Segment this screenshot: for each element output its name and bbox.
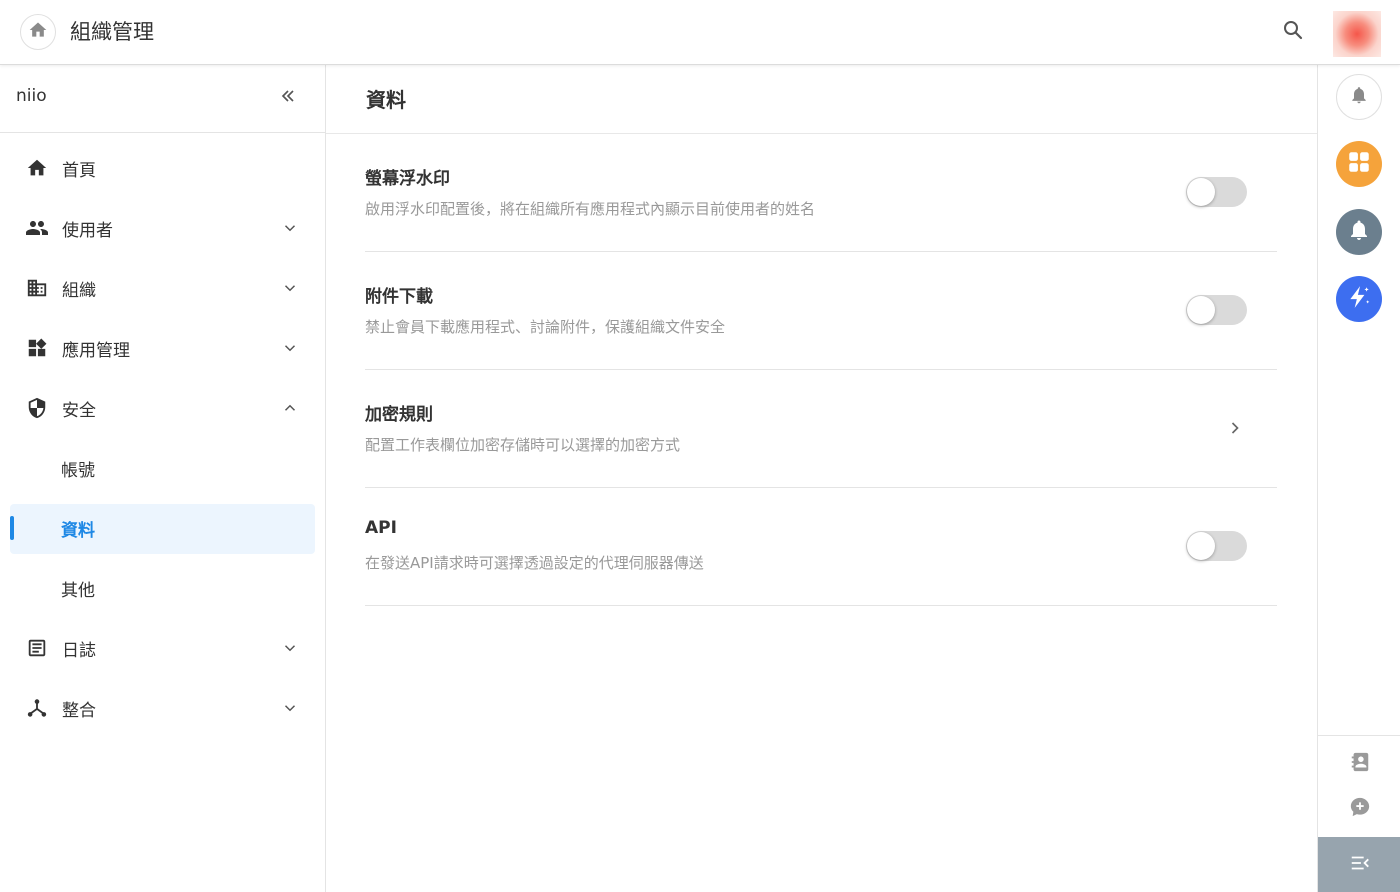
setting-row-attachment-download: 附件下載 禁止會員下載應用程式、討論附件，保護組織文件安全 — [365, 252, 1277, 370]
org-header: niio — [0, 65, 325, 133]
top-header: 組織管理 — [0, 0, 1400, 65]
menu-collapse-icon — [1349, 852, 1371, 878]
sidebar-item-home[interactable]: 首頁 — [0, 138, 325, 198]
sidebar-item-label: 日誌 — [62, 640, 96, 661]
sidebar-subitem-label: 帳號 — [61, 460, 95, 481]
sidebar-subitem-label: 資料 — [61, 520, 95, 541]
toggle-knob — [1187, 532, 1215, 560]
setting-description: 啟用浮水印配置後，將在組織所有應用程式內顯示目前使用者的姓名 — [365, 200, 816, 218]
collapse-rail-button[interactable] — [1318, 837, 1400, 892]
sidebar-item-users[interactable]: 使用者 — [0, 198, 325, 258]
sidebar-item-integration[interactable]: 整合 — [0, 678, 325, 738]
collapse-sidebar-button[interactable] — [276, 86, 300, 110]
org-name: niio — [16, 86, 47, 106]
sidebar-item-label: 使用者 — [62, 220, 113, 241]
notifications-button[interactable] — [1336, 74, 1382, 120]
sidebar-item-app-management[interactable]: 應用管理 — [0, 318, 325, 378]
article-icon — [25, 636, 49, 660]
page-title: 資料 — [366, 88, 406, 112]
setting-title: API — [365, 518, 397, 538]
setting-row-watermark: 螢幕浮水印 啟用浮水印配置後，將在組織所有應用程式內顯示目前使用者的姓名 — [365, 134, 1277, 252]
chevron-up-icon — [278, 396, 302, 420]
active-indicator — [10, 516, 14, 540]
sidebar-item-label: 組織 — [62, 280, 96, 301]
app-title: 組織管理 — [70, 20, 154, 44]
search-button[interactable] — [1278, 17, 1308, 47]
home-icon — [28, 20, 48, 44]
home-button[interactable] — [20, 14, 56, 50]
toggle-knob — [1187, 296, 1215, 324]
bell-icon — [1347, 218, 1371, 246]
home-icon — [25, 156, 49, 180]
sidebar-item-organization[interactable]: 組織 — [0, 258, 325, 318]
chevron-down-icon — [278, 336, 302, 360]
sidebar-item-security[interactable]: 安全 — [0, 378, 325, 438]
sidebar-item-label: 安全 — [62, 400, 96, 421]
rail-divider — [1318, 735, 1400, 736]
apps-button[interactable] — [1336, 141, 1382, 187]
notification-bell-icon — [1349, 85, 1369, 109]
double-chevron-left-icon — [278, 86, 298, 110]
setting-row-encryption-rules[interactable]: 加密規則 配置工作表欄位加密存儲時可以選擇的加密方式 — [365, 370, 1277, 488]
page-header: 資料 — [326, 65, 1317, 134]
setting-title: 加密規則 — [365, 405, 433, 425]
chevron-right-icon[interactable] — [1223, 416, 1247, 440]
lightning-sparkle-icon — [1346, 284, 1372, 314]
building-icon — [25, 276, 49, 300]
user-avatar[interactable] — [1333, 11, 1381, 57]
setting-description: 禁止會員下載應用程式、討論附件，保護組織文件安全 — [365, 318, 726, 336]
sidebar-item-logs[interactable]: 日誌 — [0, 618, 325, 678]
chevron-down-icon — [278, 276, 302, 300]
ai-assistant-button[interactable] — [1336, 276, 1382, 322]
sidebar: niio 首頁 使用者 組織 應用管理 安全 帳號 資料 其他 日誌 整合 — [0, 65, 326, 892]
add-chat-icon — [1349, 796, 1371, 822]
chevron-down-icon — [278, 696, 302, 720]
setting-description: 在發送API請求時可選擇透過設定的代理伺服器傳送 — [365, 554, 704, 572]
active-highlight — [10, 504, 315, 554]
api-proxy-toggle[interactable] — [1186, 531, 1247, 561]
people-icon — [25, 216, 49, 240]
sidebar-item-label: 首頁 — [62, 160, 96, 181]
sidebar-subitem-label: 其他 — [61, 580, 95, 601]
main-content: 資料 螢幕浮水印 啟用浮水印配置後，將在組織所有應用程式內顯示目前使用者的姓名 … — [326, 65, 1317, 892]
setting-title: 螢幕浮水印 — [365, 169, 450, 189]
sidebar-subitem-other[interactable]: 其他 — [0, 558, 325, 618]
setting-title: 附件下載 — [365, 287, 433, 307]
right-rail — [1317, 65, 1400, 892]
add-chat-button[interactable] — [1348, 797, 1372, 821]
toggle-knob — [1187, 178, 1215, 206]
setting-description: 配置工作表欄位加密存儲時可以選擇的加密方式 — [365, 436, 681, 454]
sidebar-subitem-account[interactable]: 帳號 — [0, 438, 325, 498]
contacts-icon — [1349, 751, 1371, 777]
sidebar-subitem-data[interactable]: 資料 — [0, 498, 325, 558]
contacts-button[interactable] — [1348, 752, 1372, 776]
chevron-down-icon — [278, 216, 302, 240]
chevron-down-icon — [278, 636, 302, 660]
sidebar-item-label: 應用管理 — [62, 340, 130, 361]
widgets-icon — [25, 336, 49, 360]
hub-icon — [25, 696, 49, 720]
shield-icon — [25, 396, 49, 420]
sidebar-item-label: 整合 — [62, 700, 96, 721]
search-icon — [1281, 18, 1305, 46]
setting-row-api: API 在發送API請求時可選擇透過設定的代理伺服器傳送 — [365, 488, 1277, 606]
sidebar-nav: 首頁 使用者 組織 應用管理 安全 帳號 資料 其他 日誌 整合 — [0, 138, 325, 738]
apps-grid-icon — [1346, 149, 1372, 179]
reminders-button[interactable] — [1336, 209, 1382, 255]
watermark-toggle[interactable] — [1186, 177, 1247, 207]
attachment-download-toggle[interactable] — [1186, 295, 1247, 325]
settings-list: 螢幕浮水印 啟用浮水印配置後，將在組織所有應用程式內顯示目前使用者的姓名 附件下… — [365, 134, 1277, 606]
